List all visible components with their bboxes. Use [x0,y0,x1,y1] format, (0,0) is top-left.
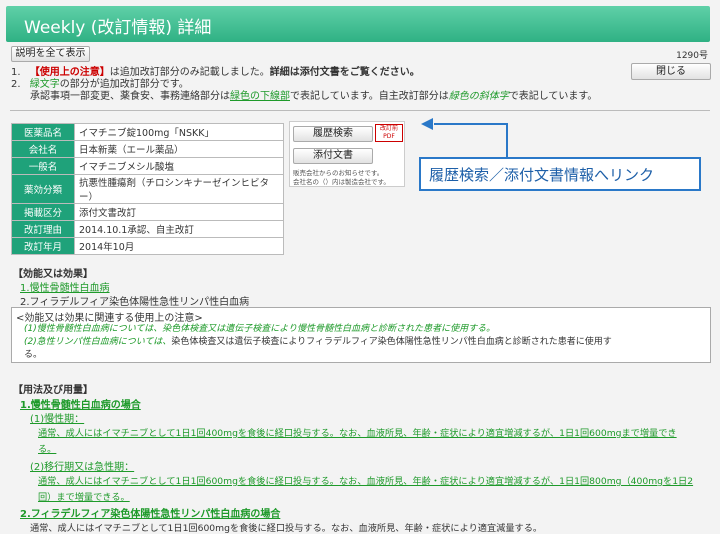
note-3: 承認事項一部変更、薬食安、事務連絡部分は緑色の下線部で表記しています。自主改訂部… [30,91,598,102]
dosage-text-1b: る。 [38,444,57,455]
close-button[interactable]: 閉じる [631,63,711,80]
table-row: 改訂理由 2014.10.1承認、自主改訂 [11,220,284,238]
dosage-text-2b: 回）まで増量できる。 [38,492,130,503]
arrow-icon [421,118,433,130]
table-row: 一般名 イマチニブメシル酸塩 [11,157,284,175]
callout-connector [434,123,508,159]
history-search-button[interactable]: 履歴検索 [293,126,373,142]
caution-item-2: (2)急性リンパ性白血病については、染色体検査又は遺伝子検査によりフィラデルフィ… [24,337,612,347]
dosage-text-2a: 通常、成人にはイマチニブとして1日1回600mgを食後に経口投与する。なお、血液… [38,476,694,487]
pdf-icon[interactable]: 改訂前PDF [375,124,403,142]
side-note-2: 会社名の（）内は製造会社です。 [293,178,390,186]
caution-item-1: (1)慢性骨髄性白血病については、染色体検査又は遺伝子検査により慢性骨髄性白血病… [24,324,496,334]
callout-annotation: 履歴検索／添付文書情報へリンク [419,157,701,191]
show-all-button[interactable]: 説明を全て表示 [11,46,90,62]
attached-document-button[interactable]: 添付文書 [293,148,373,164]
dosage-heading-1: 1.慢性骨髄性白血病の場合 [20,400,141,411]
dosage-title: 【用法及び用量】 [13,385,93,396]
page-title: Weekly (改訂情報) 詳細 [24,18,212,38]
table-row: 薬効分類 抗悪性腫瘍剤（チロシンキナーゼインヒビター） [11,174,284,204]
effect-title: 【効能又は効果】 [13,269,93,280]
table-row: 医薬品名 イマチニブ錠100mg「NSKK」 [11,123,284,141]
dosage-text-3: 通常、成人にはイマチニブとして1日1回600mgを食後に経口投与する。なお、血液… [30,523,543,534]
effect-item-1: 1.慢性骨髄性白血病 [20,283,110,294]
caution-item-2-cont: る。 [24,350,43,360]
table-row: 会社名 日本新薬（エール薬品） [11,140,284,158]
dosage-text-1a: 通常、成人にはイマチニブとして1日1回400mgを食後に経口投与する。なお、血液… [38,428,677,439]
dosage-heading-2: 2.フィラデルフィア染色体陽性急性リンパ性白血病の場合 [20,509,281,520]
dosage-sub-1: (1)慢性期： [30,414,85,425]
drug-info-table: 医薬品名 イマチニブ錠100mg「NSKK」 会社名 日本新薬（エール薬品） 一般名… [11,123,284,255]
table-row: 掲載区分 添付文書改訂 [11,203,284,221]
table-row: 改訂年月 2014年10月 [11,237,284,255]
issue-number: 1290号 [676,51,708,61]
dosage-sub-2: (2)移行期又は急性期： [30,462,135,473]
title-bar: Weekly (改訂情報) 詳細 [6,6,710,42]
divider [10,110,710,111]
effect-item-2: 2.フィラデルフィア染色体陽性急性リンパ性白血病 [20,297,250,308]
